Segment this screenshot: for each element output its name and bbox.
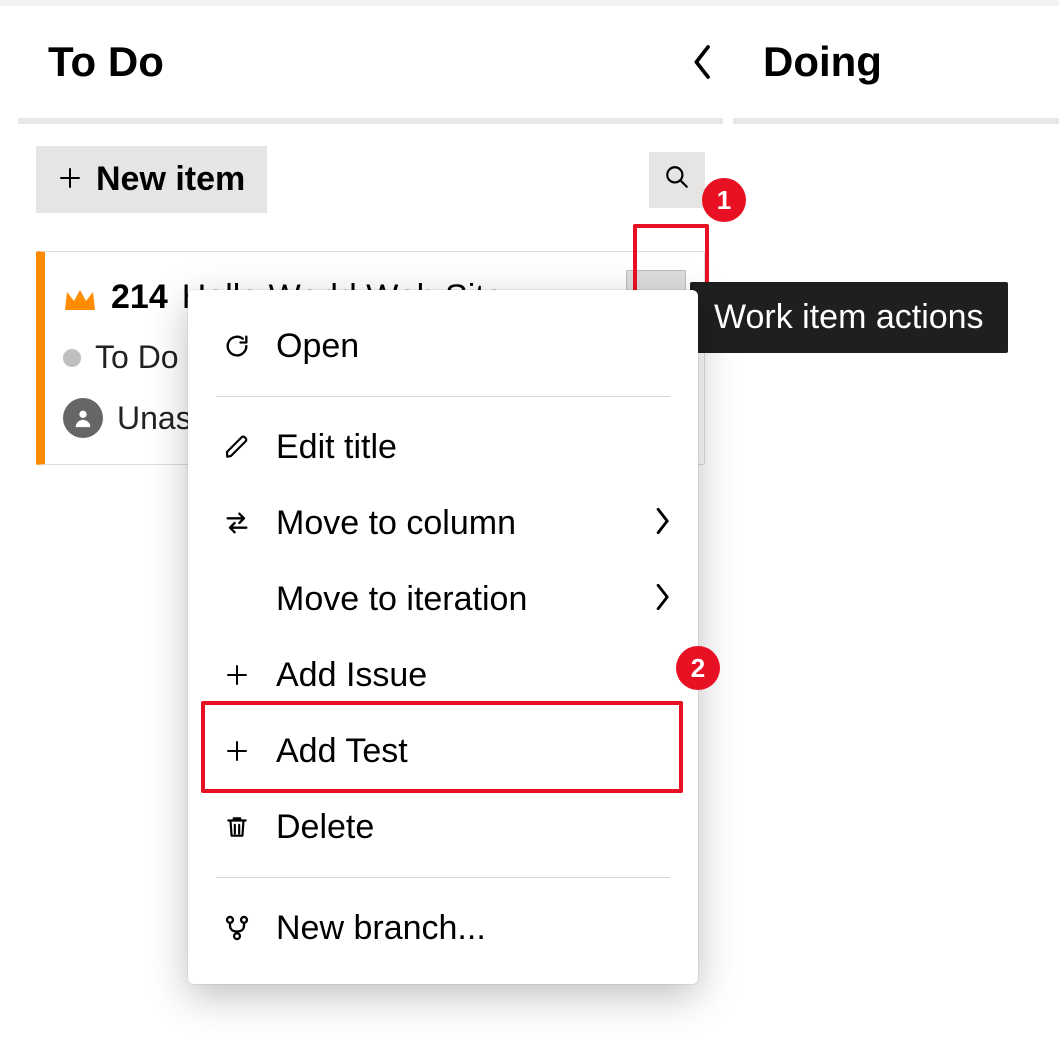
menu-label: Delete xyxy=(276,808,670,847)
tooltip-text: Work item actions xyxy=(714,298,984,336)
menu-add-issue[interactable]: Add Issue xyxy=(188,637,698,713)
menu-add-test[interactable]: Add Test xyxy=(188,713,698,789)
branch-icon xyxy=(216,914,258,942)
menu-open[interactable]: Open xyxy=(188,308,698,384)
new-item-button[interactable]: New item xyxy=(36,146,267,213)
column-doing: Doing xyxy=(733,6,1059,487)
filter-search-button[interactable] xyxy=(649,152,705,208)
menu-label: Add Test xyxy=(276,732,670,771)
annotation-number: 2 xyxy=(691,653,705,684)
column-title: To Do xyxy=(48,38,164,86)
unassigned-avatar-icon xyxy=(63,398,103,438)
plus-icon xyxy=(216,663,258,687)
menu-separator xyxy=(216,396,670,397)
menu-edit-title[interactable]: Edit title xyxy=(188,409,698,485)
swap-icon xyxy=(216,509,258,537)
pencil-icon xyxy=(216,434,258,460)
menu-delete[interactable]: Delete xyxy=(188,789,698,865)
state-dot-icon xyxy=(63,349,81,367)
new-item-label: New item xyxy=(96,160,245,199)
plus-icon xyxy=(216,739,258,763)
work-item-state: To Do xyxy=(95,339,179,376)
chevron-right-icon xyxy=(654,580,670,619)
annotation-badge-2: 2 xyxy=(676,646,720,690)
menu-label: Edit title xyxy=(276,428,670,467)
work-item-id: 214 xyxy=(111,278,168,317)
column-body-doing xyxy=(733,124,1059,168)
menu-separator xyxy=(216,877,670,878)
work-item-actions-tooltip: Work item actions xyxy=(690,282,1008,353)
new-item-bar: New item xyxy=(36,146,705,213)
column-header-to-do: To Do xyxy=(18,6,723,118)
menu-label: Move to column xyxy=(276,504,654,543)
search-icon xyxy=(664,164,690,195)
column-title: Doing xyxy=(763,38,882,86)
annotation-number: 1 xyxy=(717,185,731,216)
annotation-badge-1: 1 xyxy=(702,178,746,222)
epic-crown-icon xyxy=(63,284,97,312)
menu-label: New branch... xyxy=(276,909,670,948)
menu-new-branch[interactable]: New branch... xyxy=(188,890,698,966)
menu-label: Add Issue xyxy=(276,656,670,695)
collapse-column-icon[interactable] xyxy=(693,45,713,79)
menu-move-to-column[interactable]: Move to column xyxy=(188,485,698,561)
menu-move-to-iteration[interactable]: Move to iteration xyxy=(188,561,698,637)
menu-label: Open xyxy=(276,327,670,366)
open-icon xyxy=(216,332,258,360)
work-item-context-menu: Open Edit title Move to column Move to i… xyxy=(188,290,698,984)
chevron-right-icon xyxy=(654,504,670,543)
plus-icon xyxy=(58,160,82,199)
menu-label: Move to iteration xyxy=(276,580,654,619)
column-header-doing: Doing xyxy=(733,6,1059,118)
trash-icon xyxy=(216,814,258,840)
